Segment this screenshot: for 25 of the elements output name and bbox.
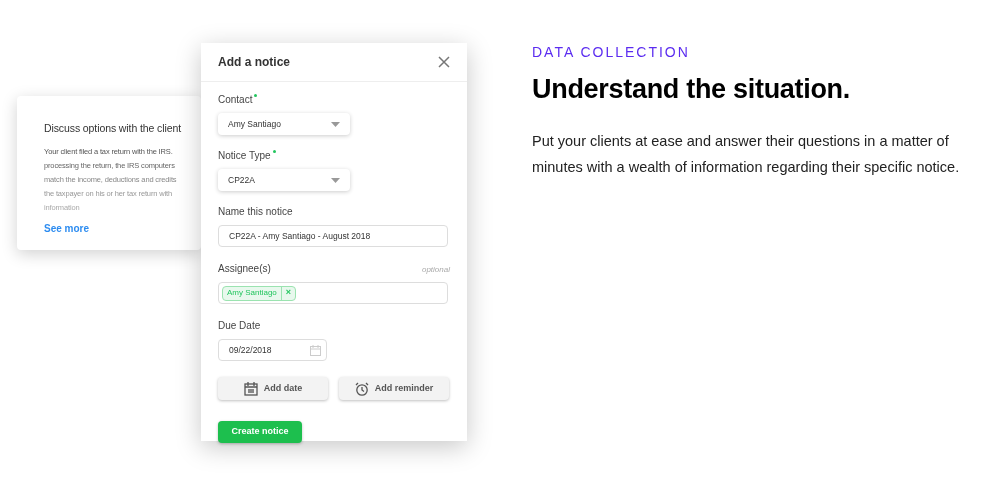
field-label: Name this notice bbox=[218, 205, 293, 219]
input-field[interactable]: CP22A - Amy Santiago - August 2018 bbox=[218, 225, 448, 247]
field-label: Due Date bbox=[218, 319, 261, 333]
calendar-icon bbox=[310, 344, 321, 356]
section-heading: Understand the situation. bbox=[532, 73, 852, 106]
see-more-link[interactable]: See more bbox=[44, 221, 90, 236]
add-button[interactable]: Add date bbox=[218, 377, 328, 400]
tag-label: Amy Santiago bbox=[226, 287, 278, 299]
add-button[interactable]: Add reminder bbox=[339, 377, 449, 400]
caret-icon bbox=[331, 121, 340, 127]
caret-icon bbox=[331, 177, 340, 183]
dropdown[interactable]: Amy Santiago bbox=[218, 113, 350, 135]
field-label: Contact bbox=[218, 93, 253, 107]
calendar-icon bbox=[243, 381, 258, 396]
alarm-clock-icon bbox=[354, 381, 369, 396]
dropdown[interactable]: CP22A bbox=[218, 169, 350, 191]
field-label: Assignee(s) bbox=[218, 262, 271, 276]
optional-hint: optional bbox=[421, 264, 450, 276]
eyebrow-label: DATA COLLECTION bbox=[532, 43, 691, 62]
section-description: Put your clients at ease and answer their questions in a matter of minutes with a wealth of information regarding their specific notice. bbox=[532, 131, 961, 177]
card-title: Discuss options with the client bbox=[44, 122, 181, 134]
field-label: Notice Type bbox=[218, 149, 271, 163]
close-icon[interactable] bbox=[438, 56, 450, 68]
dialog-title: Add a notice bbox=[218, 54, 290, 71]
date-field[interactable]: 09/22/2018 bbox=[218, 339, 327, 361]
